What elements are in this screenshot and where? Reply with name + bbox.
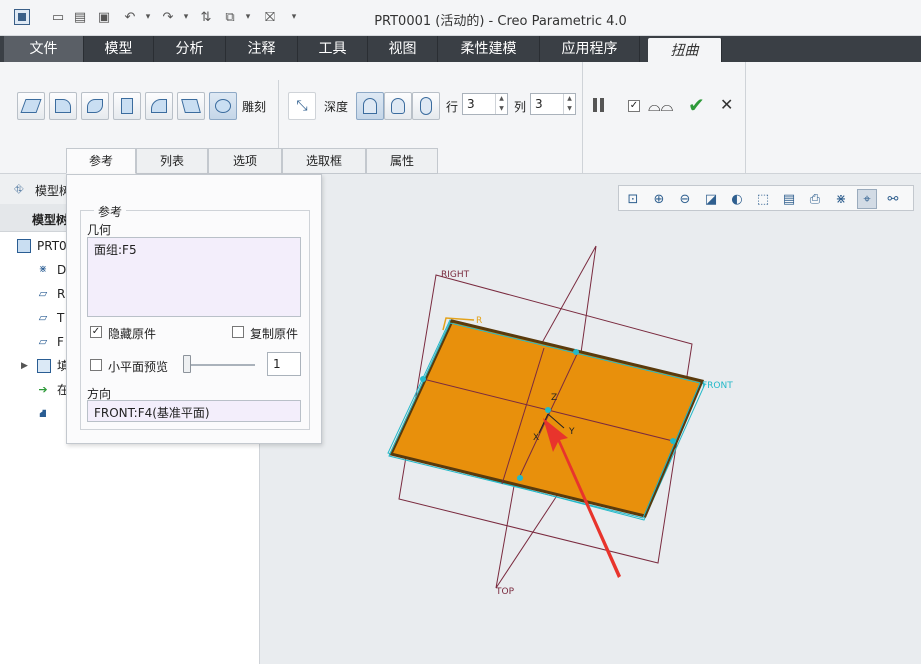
tab-view[interactable]: 视图 [368,36,438,62]
references-panel: 参考 几何 面组:F5 ✓ 隐藏原件 复制原件 小平面预览 1 方向 FRONT… [66,174,322,444]
datum-plane-icon: ▱ [38,287,48,300]
flip-direction-icon[interactable]: ⤡ [288,92,316,120]
warp-feature-icon: ⛘ [39,407,47,420]
hide-original-label: 隐藏原件 [108,327,157,341]
checkmark-icon[interactable]: ✔ [688,93,705,117]
top-plane-label: TOP [495,587,515,597]
column-label: 列 [514,100,527,114]
geometry-collector[interactable]: 面组:F5 [87,237,301,317]
spine-icon[interactable] [81,92,109,120]
tree-item-label: D [57,263,67,277]
facet-value: 1 [273,357,281,371]
right-plane-label: RIGHT [441,270,470,280]
tab-flexible-modeling[interactable]: 柔性建模 [438,36,540,62]
column-stepper[interactable]: 3 ▲ ▼ [530,93,576,115]
facet-preview-label: 小平面预览 [108,360,169,374]
datum-plane-icon: ▱ [38,335,48,348]
ribbon-separator [278,80,279,158]
depth-label: 深度 [324,100,349,114]
insert-here-icon: ➔ [38,383,48,396]
ribbon-separator [745,62,746,174]
depth-two-side-icon[interactable] [384,92,412,120]
tab-list[interactable]: 列表 [136,148,208,174]
tree-item-label: F [57,335,64,349]
model-tree-icon: ⛗ [14,182,24,196]
tab-file[interactable]: 文件 [4,36,84,62]
tab-properties[interactable]: 属性 [366,148,438,174]
control-point[interactable] [517,475,523,481]
tab-tools[interactable]: 工具 [298,36,368,62]
facet-value-field[interactable]: 1 [267,352,301,376]
tab-analysis[interactable]: 分析 [154,36,226,62]
z-axis-label: Z [551,393,557,403]
title-bar: ▭ ▤ ▣ ↶ ▾ ↷ ▾ ⇅ ⧉ ▾ ⛝ ▾ PRT0001 (活动的) - … [0,0,921,36]
facet-slider-track[interactable] [183,364,255,366]
tab-marquee[interactable]: 选取框 [282,148,366,174]
column-value: 3 [535,97,543,111]
tab-references[interactable]: 参考 [66,148,136,174]
hide-original-checkbox[interactable]: ✓ [90,326,102,338]
ribbon-tabbar: 文件 模型 分析 注释 工具 视图 柔性建模 应用程序 扭曲 [0,36,921,62]
bend-icon[interactable] [145,92,173,120]
spin-arrows-icon[interactable]: ▲ ▼ [563,94,575,114]
control-point[interactable] [670,438,676,444]
window-title: PRT0001 (活动的) - Creo Parametric 4.0 [374,14,627,29]
csys-icon: ⋇ [38,264,48,275]
part-icon [17,239,31,253]
pause-icon[interactable] [593,98,607,112]
direction-value: FRONT:F4(基准平面) [94,406,210,420]
graphics-viewport[interactable]: ⊡ ⊕ ⊖ ◪ ◐ ⬚ ▤ ⎙ ⋇ ⌖ ⚯ RIGHT FRONT TOP R … [260,174,921,664]
engrave-label: 雕刻 [242,100,267,114]
x-axis-label: X [533,433,539,443]
ribbon-separator [582,62,583,174]
row-value: 3 [467,97,475,111]
row-label: 行 [446,100,459,114]
tab-model[interactable]: 模型 [84,36,154,62]
control-point[interactable] [545,407,551,413]
warp-icon[interactable] [49,92,77,120]
depth-both-icon[interactable] [412,92,440,120]
tree-item-label: T [57,311,65,325]
model-tree-column-label: 模型树 [32,213,69,227]
facet-slider-thumb[interactable] [183,355,191,373]
model-graphics: RIGHT FRONT TOP R Z X Y [387,245,733,597]
tab-annotate[interactable]: 注释 [226,36,298,62]
tab-applications[interactable]: 应用程序 [540,36,640,62]
facet-preview-checkbox[interactable] [90,359,102,371]
expand-arrow-icon[interactable]: ▶ [21,354,28,378]
spin-arrows-icon[interactable]: ▲ ▼ [495,94,507,114]
preview-checkbox[interactable]: ✓ [628,100,640,112]
direction-collector[interactable]: FRONT:F4(基准平面) [87,400,301,422]
row-stepper[interactable]: 3 ▲ ▼ [462,93,508,115]
copy-original-label: 复制原件 [250,327,299,341]
geometry-value: 面组:F5 [94,243,137,257]
tab-warp[interactable]: 扭曲 [648,38,722,62]
control-point[interactable] [573,349,579,355]
geometry-label: 几何 [87,223,112,237]
twist-icon[interactable] [177,92,205,120]
tab-options[interactable]: 选项 [208,148,282,174]
depth-one-side-icon[interactable] [356,92,384,120]
sculpt-icon[interactable] [209,92,237,120]
tree-item-label: R [57,287,66,301]
control-point[interactable] [420,376,426,382]
transform-icon[interactable] [17,92,45,120]
datum-plane-icon: ▱ [38,311,48,324]
glasses-icon[interactable]: ⌓⌓ [648,96,673,116]
fill-feature-icon [37,359,51,373]
y-axis-label: Y [568,427,575,437]
tree-item-label: PRT0 [37,239,67,253]
r-marker-label: R [476,316,482,326]
stretch-icon[interactable] [113,92,141,120]
close-icon[interactable]: ✕ [720,95,733,114]
references-group-title: 参考 [94,203,127,220]
front-plane-label: FRONT [702,381,733,391]
copy-original-checkbox[interactable] [232,326,244,338]
